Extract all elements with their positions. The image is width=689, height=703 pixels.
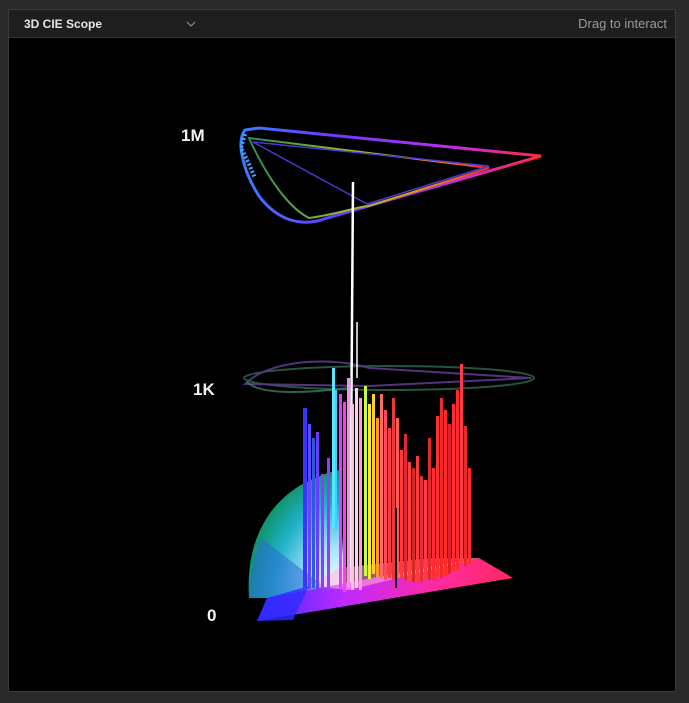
panel-header: 3D CIE Scope Drag to interact [9, 10, 675, 38]
drag-hint: Drag to interact [578, 16, 667, 31]
cie-visualization [238, 126, 542, 621]
chevron-down-icon[interactable] [185, 18, 197, 30]
scope-title-dropdown[interactable]: 3D CIE Scope [24, 17, 102, 31]
cie-locus-1m [238, 126, 542, 224]
cie-locus-1k [242, 360, 535, 393]
cie-scope-panel: 3D CIE Scope Drag to interact 1M 1K 0 [8, 9, 676, 692]
histogram-bars [303, 364, 471, 592]
cie-3d-scope-canvas[interactable]: 1M 1K 0 [9, 38, 677, 693]
